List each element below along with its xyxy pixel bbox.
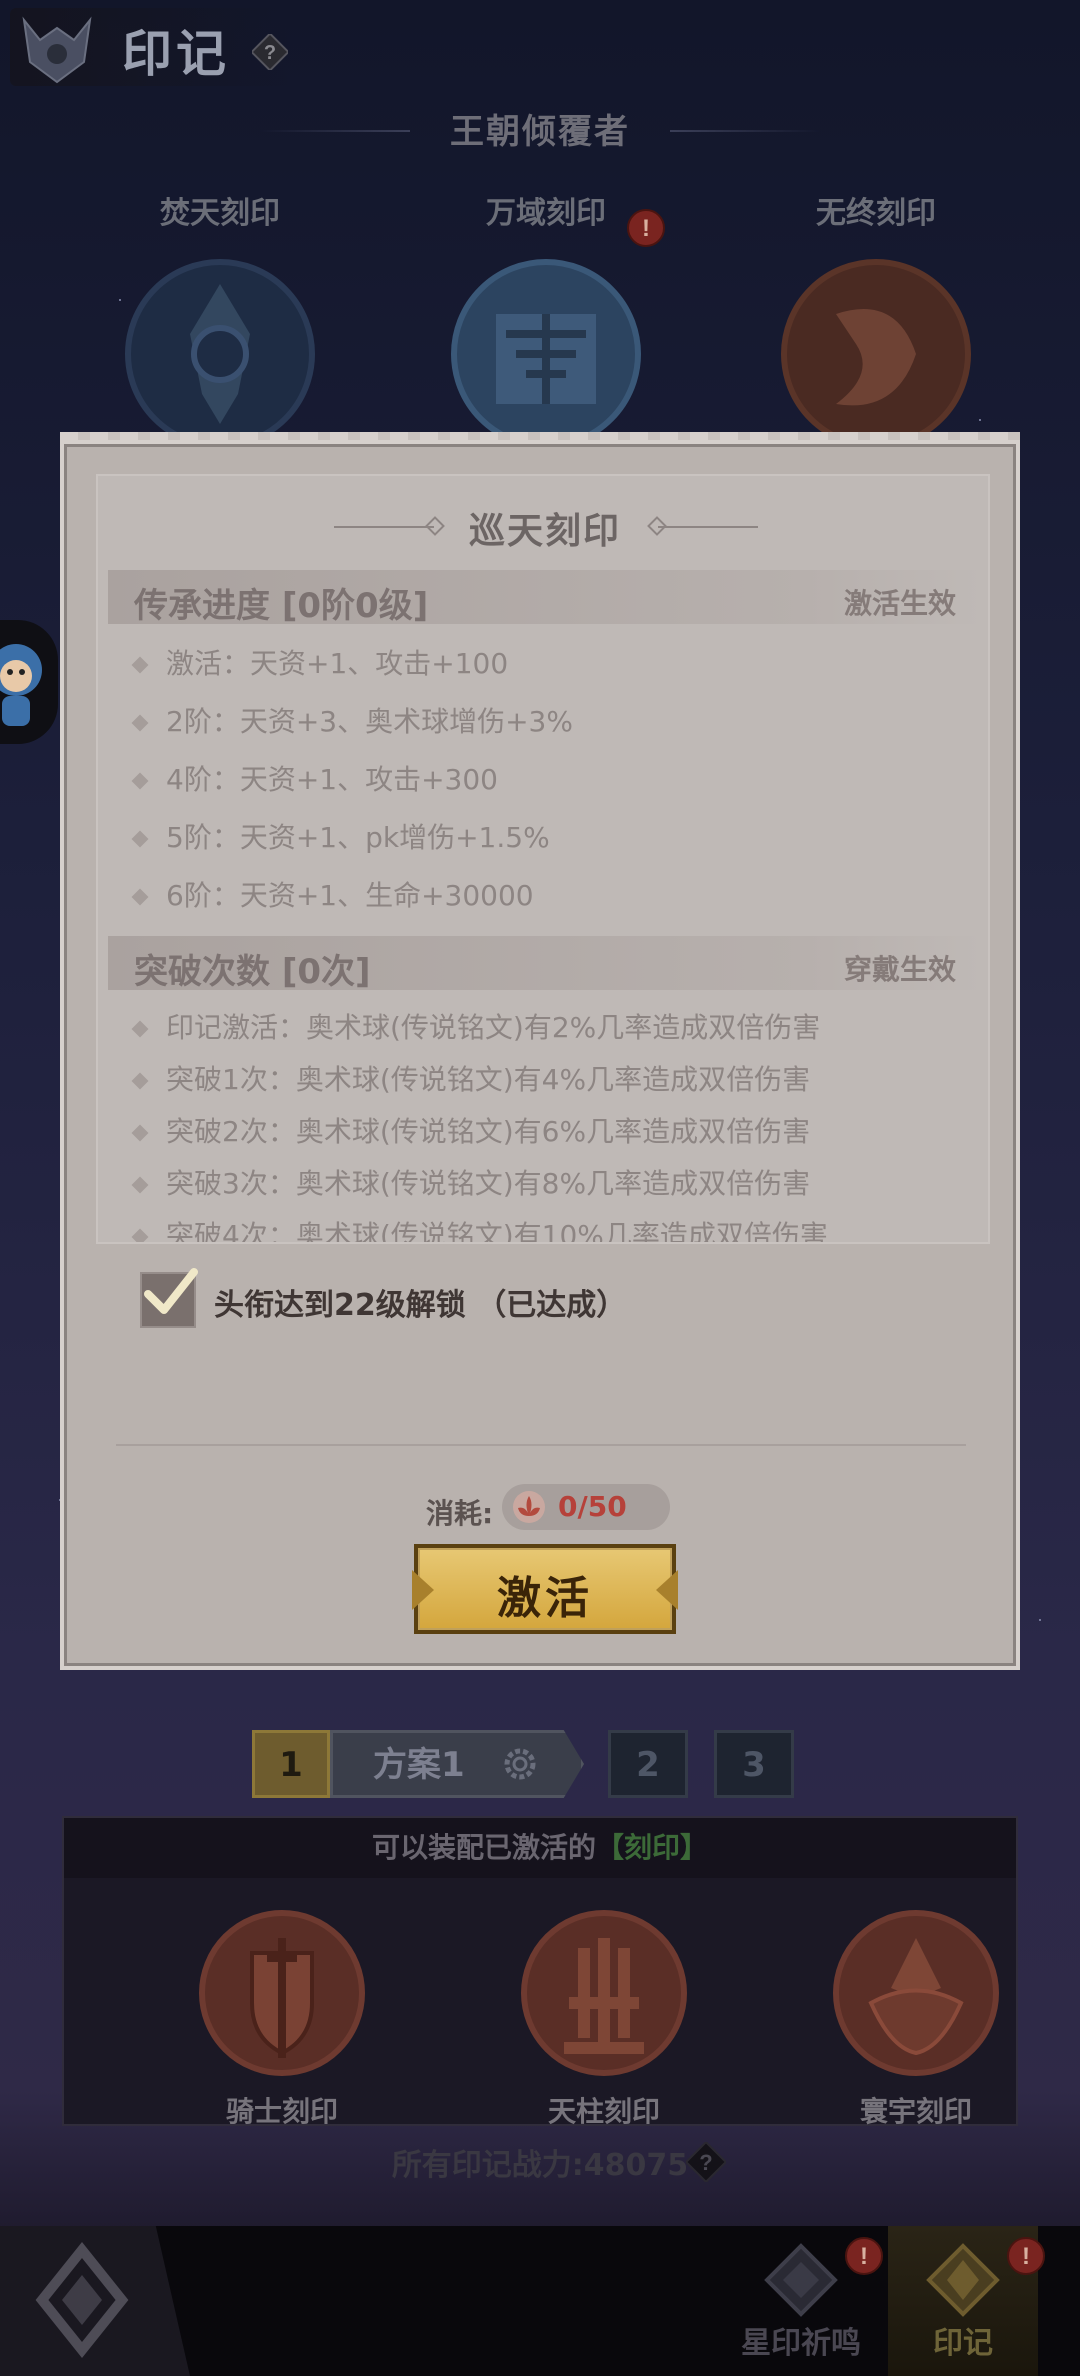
seal-wuzhong-icon [781,259,971,449]
svg-text:!: ! [860,2243,868,2270]
monkey-icon [0,644,42,726]
inheritance-heading: 传承进度 [0阶0级] [134,586,429,626]
equip-seal-knight[interactable]: 骑士刻印 [182,1908,382,2130]
tab-plan-2[interactable]: 2 [608,1730,688,1798]
alert-icon: ! [1007,2237,1045,2275]
equip-heading-text: 可以装配已激活的 [371,1831,596,1864]
tab-plan-1[interactable]: 1 [252,1730,330,1798]
alert-icon: ! [627,209,665,247]
alert-icon: ! [845,2237,883,2275]
cost-pill: 0/50 [502,1484,670,1530]
tab-plan-3[interactable]: 3 [714,1730,794,1798]
seal-name: 寰宇刻印 [859,2095,972,2128]
lotus-icon [513,1491,545,1523]
question-icon[interactable]: ? [252,34,288,70]
checkmark-icon [144,1268,198,1314]
equip-section: 可以装配已激活的【刻印】 骑士刻印 天柱刻印 寰宇刻印 [62,1816,1018,2128]
equip-seal-huanyu[interactable]: 寰宇刻印 [816,1908,1016,2130]
nav-star-seal[interactable]: 星印祈鸣 ! [726,2226,883,2376]
seal-nav-icon [926,2243,1000,2317]
pillar-seal-icon [521,1910,687,2076]
list-item: 4阶：天资+1、攻击+300 [134,758,498,798]
breakthrough-heading: 突破次数 [0次] [134,952,371,992]
seal-wuzhong[interactable]: 无终刻印 [766,188,986,454]
seal-name: 万域刻印 [486,196,606,231]
panel-title: 巡天刻印 [468,511,621,552]
equip-seal-tianzhu[interactable]: 天柱刻印 [504,1908,704,2130]
seal-name: 天柱刻印 [547,2095,660,2128]
list-item: 印记激活：奥术球(传说铭文)有2%几率造成双倍伤害 [134,1006,820,1046]
list-item: 激活：天资+1、攻击+100 [134,642,508,682]
unlock-checkbox[interactable] [140,1268,198,1328]
assistant-avatar[interactable] [0,620,58,744]
divider [116,1444,966,1446]
seal-detail-panel: 巡天刻印 传承进度 [0阶0级] 激活生效 激活：天资+1、攻击+100 2阶：… [60,440,1020,1670]
list-item: 突破3次：奥术球(传说铭文)有8%几率造成双倍伤害 [134,1162,810,1202]
emblem-icon[interactable] [18,10,96,88]
equip-heading: 可以装配已激活的【刻印】 [64,1818,1016,1878]
seal-info-scroll[interactable]: 巡天刻印 传承进度 [0阶0级] 激活生效 激活：天资+1、攻击+100 2阶：… [96,474,990,1244]
bottom-nav: 星印祈鸣 ! 印记 ! [0,2226,1080,2376]
svg-text:!: ! [1022,2243,1030,2270]
total-power: 所有印记战力:48075 [391,2148,689,2183]
universe-seal-icon [833,1910,999,2076]
seal-fentian[interactable]: 焚天刻印 [110,188,330,454]
unlock-condition: 头衔达到22级解锁 （已达成） [214,1288,627,1323]
seal-name: 骑士刻印 [225,2095,338,2128]
equip-heading-highlight: 【刻印】 [596,1831,709,1864]
dynasty-title: 王朝倾覆者 [450,112,630,152]
list-item: 6阶：天资+1、生命+30000 [134,874,534,914]
star-seal-icon [764,2243,838,2317]
seal-wanyu[interactable]: 万域刻印 [436,188,656,454]
page-title: 印记 [122,25,230,83]
seal-fentian-icon [125,259,315,449]
breakthrough-effect: 穿戴生效 [843,953,956,986]
cost-label: 消耗: [426,1497,494,1530]
plan-name: 方案1 [373,1745,465,1785]
nav-back[interactable] [0,2226,190,2376]
svg-text:?: ? [264,42,276,64]
breakthrough-header: 突破次数 [0次] 穿戴生效 [108,936,982,992]
inheritance-header: 传承进度 [0阶0级] 激活生效 [108,570,982,626]
back-emblem-icon [35,2241,129,2359]
list-item: 2阶：天资+3、奥术球增伤+3% [134,700,573,740]
list-item: 突破4次：奥术球(传说铭文)有10%几率造成双倍伤害 [134,1214,828,1242]
inheritance-effect: 激活生效 [843,587,956,620]
seal-name: 焚天刻印 [160,196,280,231]
activate-button[interactable]: 激活 [414,1544,678,1634]
list-item: 5阶：天资+1、pk增伤+1.5% [134,816,550,856]
list-item: 突破1次：奥术球(传说铭文)有4%几率造成双倍伤害 [134,1058,810,1098]
nav-label: 星印祈鸣 [741,2326,861,2361]
nav-label: 印记 [933,2326,993,2361]
question-icon[interactable]: ? [686,2142,726,2182]
knight-seal-icon [199,1910,365,2076]
svg-text:?: ? [699,2150,712,2175]
header: 印记 ? [0,0,1080,100]
gear-icon[interactable] [500,1744,540,1784]
svg-text:!: ! [642,215,650,242]
list-item: 突破2次：奥术球(传说铭文)有6%几率造成双倍伤害 [134,1110,810,1150]
cost-value: 0/50 [558,1490,627,1523]
seal-wanyu-icon [451,259,641,449]
seal-name: 无终刻印 [816,196,936,231]
plan-name-tab[interactable]: 方案1 [330,1730,584,1798]
nav-seal[interactable]: 印记 ! [888,2226,1045,2376]
activate-label: 激活 [497,1573,593,1624]
